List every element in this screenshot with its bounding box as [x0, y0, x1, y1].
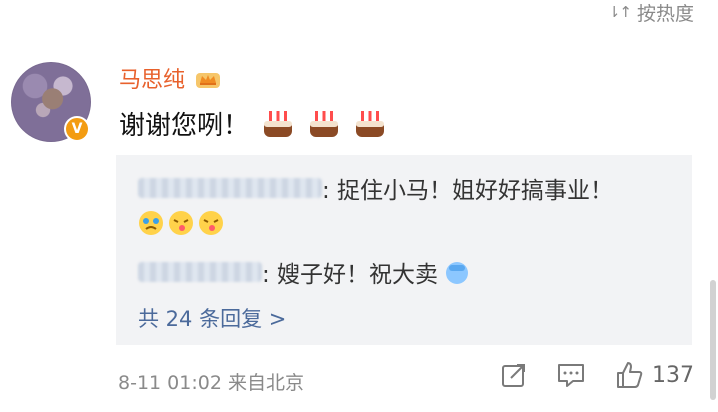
comment-username[interactable]: 马思纯	[119, 62, 221, 94]
blue-face-icon	[446, 262, 469, 284]
cake-icon	[264, 110, 293, 137]
comment-meta: 8-11 01:02 来自北京	[118, 372, 304, 394]
reply-author-blurred	[138, 262, 262, 282]
reply-emoji-row	[138, 210, 224, 236]
reply-item[interactable]: : 嫂子好！祝大卖	[138, 255, 470, 289]
verified-badge-icon: V	[64, 116, 90, 142]
reply-text: : 捉住小马！姐好好搞事业！	[322, 178, 614, 204]
like-count: 137	[652, 362, 694, 388]
sort-control[interactable]: ⇂↑ 按热度	[607, 0, 694, 25]
like-button[interactable]: 137	[614, 360, 694, 390]
share-button[interactable]	[500, 361, 528, 389]
sort-icon: ⇂↑	[607, 3, 632, 21]
kiss-face-icon	[169, 211, 193, 235]
comment-icon	[558, 364, 584, 387]
reply-button[interactable]	[556, 361, 586, 389]
comment-text: 谢谢您咧！	[119, 111, 250, 141]
comment-body: 谢谢您咧！	[119, 105, 387, 142]
username-text: 马思纯	[119, 68, 186, 93]
sort-label: 按热度	[636, 2, 694, 25]
reply-author-blurred	[138, 178, 322, 198]
reply-text: : 嫂子好！祝大卖	[262, 262, 439, 288]
more-replies-link[interactable]: 共 24 条回复 >	[138, 303, 286, 333]
crying-face-icon	[139, 211, 163, 235]
thumbs-up-icon	[617, 362, 643, 388]
reply-item[interactable]: : 捉住小马！姐好好搞事业！	[138, 171, 613, 205]
scrollbar[interactable]	[710, 280, 716, 400]
cake-icon	[356, 110, 385, 137]
kiss-face-icon	[199, 211, 223, 235]
share-icon	[502, 364, 525, 387]
crown-badge-icon	[196, 73, 221, 88]
cake-icon	[310, 110, 339, 137]
comment-actions: 137	[472, 360, 694, 390]
replies-panel: : 捉住小马！姐好好搞事业！ : 嫂子好！祝大卖 共 24 条回复 >	[116, 155, 692, 345]
